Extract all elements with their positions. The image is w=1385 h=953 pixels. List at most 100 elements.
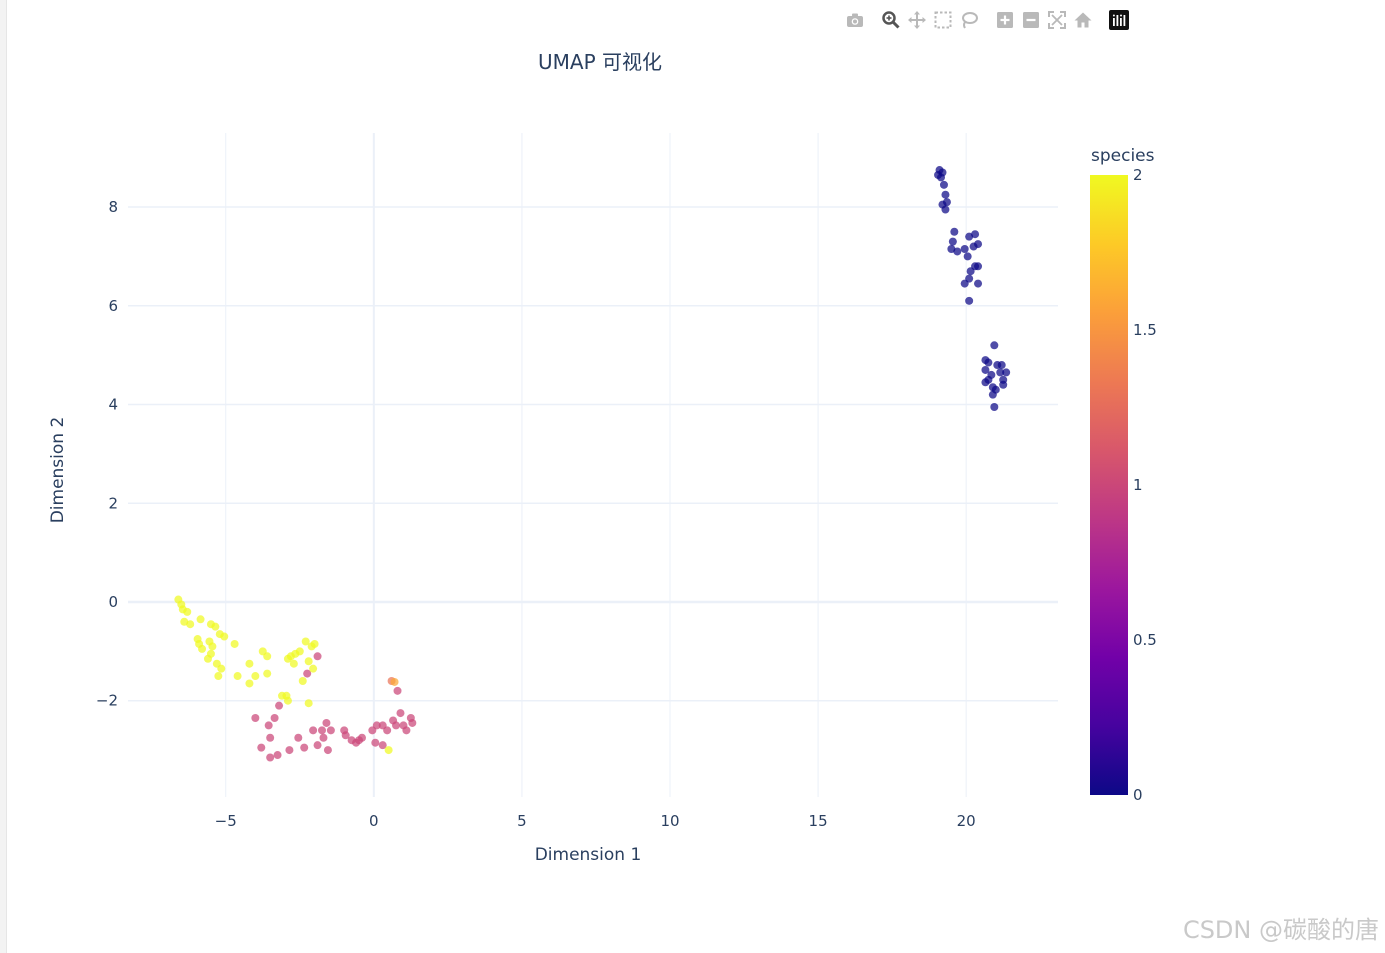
scatter-point[interactable] bbox=[974, 279, 983, 288]
scatter-point[interactable] bbox=[963, 252, 972, 261]
scatter-point[interactable] bbox=[941, 190, 950, 199]
scatter-point[interactable] bbox=[960, 279, 969, 288]
scatter-point[interactable] bbox=[997, 361, 1006, 370]
x-tick-label: 15 bbox=[809, 812, 828, 830]
scatter-point[interactable] bbox=[390, 677, 399, 686]
x-axis-title: Dimension 1 bbox=[535, 845, 642, 865]
scatter-point[interactable] bbox=[263, 669, 272, 678]
scatter-point[interactable] bbox=[950, 227, 959, 236]
scatter-point[interactable] bbox=[217, 664, 226, 673]
scatter-point[interactable] bbox=[313, 741, 322, 750]
scatter-point[interactable] bbox=[357, 733, 366, 742]
scatter-point[interactable] bbox=[322, 718, 331, 727]
scatter-point[interactable] bbox=[938, 168, 947, 177]
scatter-point[interactable] bbox=[310, 639, 319, 648]
scatter-point[interactable] bbox=[383, 726, 392, 735]
scatter-point[interactable] bbox=[408, 718, 417, 727]
scatter-point[interactable] bbox=[270, 714, 279, 723]
scatter-point[interactable] bbox=[948, 237, 957, 246]
scatter-point[interactable] bbox=[285, 746, 294, 755]
scatter-point[interactable] bbox=[309, 664, 318, 673]
scatter-point[interactable] bbox=[275, 701, 284, 710]
scatter-point[interactable] bbox=[186, 620, 195, 629]
scatter-point[interactable] bbox=[984, 358, 993, 367]
x-tick-labels: −5 0 5 10 15 20 bbox=[215, 812, 976, 830]
y-tick-label: 2 bbox=[108, 494, 118, 512]
scatter-point[interactable] bbox=[371, 738, 380, 747]
scatter-point[interactable] bbox=[960, 245, 969, 254]
colorbar-tick-label: 1 bbox=[1133, 476, 1143, 494]
scatter-point[interactable] bbox=[264, 721, 273, 730]
y-tick-label: 6 bbox=[108, 297, 118, 315]
scatter-point[interactable] bbox=[208, 642, 217, 651]
scatter-point[interactable] bbox=[969, 242, 978, 251]
y-tick-labels: −2 0 2 4 6 8 bbox=[96, 198, 118, 710]
scatter-point[interactable] bbox=[384, 746, 393, 755]
y-tick-label: 4 bbox=[108, 396, 118, 414]
scatter-point[interactable] bbox=[283, 696, 292, 705]
scatter-point[interactable] bbox=[999, 380, 1008, 389]
scatter-point[interactable] bbox=[966, 267, 975, 276]
scatter-point[interactable] bbox=[183, 607, 192, 616]
scatter-point[interactable] bbox=[990, 341, 999, 350]
scatter-point[interactable] bbox=[245, 679, 254, 688]
scatter-point[interactable] bbox=[309, 726, 318, 735]
scatter-point[interactable] bbox=[304, 657, 313, 666]
scatter-point[interactable] bbox=[266, 753, 275, 762]
scatter-point[interactable] bbox=[251, 672, 260, 681]
scatter-point[interactable] bbox=[941, 205, 950, 214]
scatter-point[interactable] bbox=[981, 378, 990, 387]
scatter-point[interactable] bbox=[298, 676, 307, 685]
colorbar-tick-label: 0 bbox=[1133, 786, 1143, 804]
scatter-point[interactable] bbox=[317, 726, 326, 735]
scatter-point[interactable] bbox=[402, 726, 411, 735]
scatter-point[interactable] bbox=[245, 659, 254, 668]
colorbar-tick-labels: 0 0.5 1 1.5 2 bbox=[1133, 166, 1157, 804]
scatter-point[interactable] bbox=[393, 686, 402, 695]
x-tick-label: 10 bbox=[660, 812, 679, 830]
scatter-point[interactable] bbox=[257, 743, 266, 752]
scatter-point[interactable] bbox=[974, 262, 983, 271]
colorbar-tick-label: 0.5 bbox=[1133, 631, 1157, 649]
scatter-point[interactable] bbox=[304, 699, 313, 708]
scatter-point[interactable] bbox=[196, 615, 205, 624]
scatter-point[interactable] bbox=[294, 733, 303, 742]
scatter-point[interactable] bbox=[214, 672, 223, 681]
scatter-point[interactable] bbox=[323, 746, 332, 755]
scatter-point[interactable] bbox=[990, 402, 999, 411]
scatter-point[interactable] bbox=[266, 733, 275, 742]
scatter-point[interactable] bbox=[953, 247, 962, 256]
scatter-point[interactable] bbox=[396, 709, 405, 718]
scatter-point[interactable] bbox=[198, 644, 207, 653]
scatter-point[interactable] bbox=[965, 296, 974, 305]
scatter-point[interactable] bbox=[263, 652, 272, 661]
scatter-point[interactable] bbox=[203, 654, 212, 663]
umap-scatter-plot[interactable]: −5 0 5 10 15 20 −202468 Dimension 1 Dimension… bbox=[0, 0, 1385, 953]
scatter-point[interactable] bbox=[988, 390, 997, 399]
grid-lines bbox=[128, 133, 1058, 797]
colorbar-title: species bbox=[1091, 146, 1155, 166]
scatter-point[interactable] bbox=[326, 726, 335, 735]
x-tick-label: −5 bbox=[215, 812, 237, 830]
y-tick-label: −2 bbox=[96, 692, 118, 710]
scatter-point[interactable] bbox=[1002, 368, 1011, 377]
scatter-point[interactable] bbox=[392, 721, 401, 730]
scatter-points bbox=[174, 166, 1011, 762]
scatter-point[interactable] bbox=[273, 751, 282, 760]
watermark: CSDN @碳酸的唐 bbox=[1182, 916, 1379, 944]
scatter-point[interactable] bbox=[211, 622, 220, 631]
scatter-point[interactable] bbox=[220, 632, 229, 641]
scatter-point[interactable] bbox=[319, 733, 328, 742]
colorbar[interactable] bbox=[1090, 175, 1128, 795]
scatter-point[interactable] bbox=[300, 743, 309, 752]
scatter-point[interactable] bbox=[971, 230, 980, 239]
scatter-point[interactable] bbox=[251, 714, 260, 723]
scatter-point[interactable] bbox=[289, 659, 298, 668]
scatter-point[interactable] bbox=[939, 180, 948, 189]
scatter-point[interactable] bbox=[233, 672, 242, 681]
colorbar-tick-label: 2 bbox=[1133, 166, 1143, 184]
scatter-point[interactable] bbox=[295, 647, 304, 656]
scatter-point[interactable] bbox=[230, 639, 239, 648]
x-tick-label: 5 bbox=[517, 812, 527, 830]
scatter-point[interactable] bbox=[313, 652, 322, 661]
